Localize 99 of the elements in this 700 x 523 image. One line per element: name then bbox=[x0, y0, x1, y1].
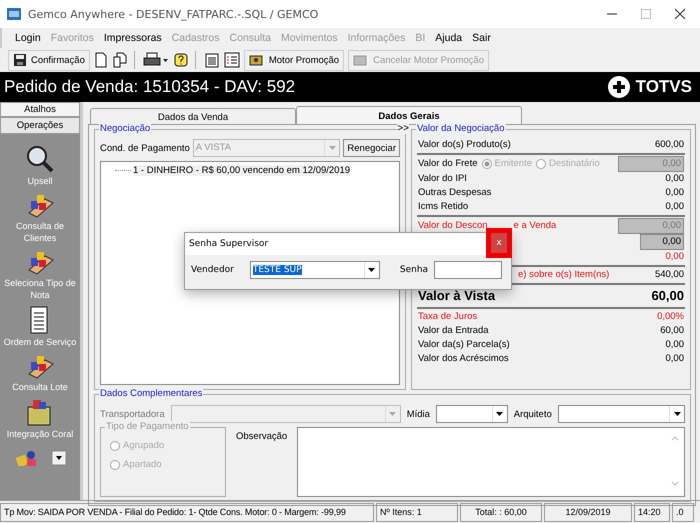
tab[interactable]: Dados da Venda bbox=[90, 108, 296, 124]
sidebar-item-label[interactable]: Consulta de Clientes bbox=[1, 220, 79, 244]
payment-dropdown[interactable]: A VISTA bbox=[192, 139, 340, 157]
value-label: Valor da Entrada bbox=[418, 324, 489, 338]
field-label: Arquiteto bbox=[514, 408, 552, 420]
value-label: Valor do Descon bbox=[418, 219, 488, 233]
confirm-button[interactable]: Confirmação bbox=[8, 50, 90, 70]
page-title: Pedido de Venda: 1510354 - DAV: 592 bbox=[4, 77, 296, 97]
value-amount: 0,00 bbox=[666, 172, 684, 186]
value-label: Valor à Vista bbox=[418, 289, 496, 303]
sidebar-tab[interactable]: Operações bbox=[0, 117, 80, 134]
calendar-icon[interactable] bbox=[204, 52, 220, 68]
field-label: Vendedor bbox=[191, 265, 234, 275]
window-title: Gemco Anywhere - DESENV_FATPARC.-.SQL / GEMCO bbox=[28, 8, 318, 20]
dropdown-arrow-icon bbox=[368, 268, 376, 272]
value-label: Outras Despesas bbox=[418, 186, 492, 200]
status-field: Tp Mov: SAIDA POR VENDA - Filial do Pedido: 1- Qtde Cons. Motor: 0 - Margem: -99,99 bbox=[0, 502, 374, 522]
value-label: Icms Retido bbox=[418, 200, 468, 214]
sidebar-tab[interactable]: Atalhos bbox=[0, 102, 80, 117]
value-input[interactable]: 0,00 bbox=[640, 234, 684, 250]
menu-item[interactable]: Impressoras bbox=[104, 32, 162, 44]
tab[interactable]: Dados Gerais bbox=[296, 106, 522, 124]
field-label: Observação bbox=[236, 430, 288, 444]
close-icon[interactable] bbox=[674, 8, 686, 20]
status-field: .0 bbox=[672, 502, 694, 522]
media-dropdown[interactable] bbox=[436, 405, 508, 423]
value-amount: 0,00 bbox=[666, 250, 684, 264]
status-field: Total: : 60,00 bbox=[460, 502, 542, 522]
radio-label: Emitente bbox=[494, 157, 532, 171]
radio-button[interactable] bbox=[482, 159, 492, 169]
value-label: Taxa de Juros bbox=[418, 310, 478, 324]
value-amount: 0,00 bbox=[666, 352, 684, 366]
value-input[interactable]: 0,00 bbox=[618, 156, 684, 172]
app-icon bbox=[6, 6, 22, 22]
copy-document-icon[interactable] bbox=[112, 52, 128, 68]
tree-item[interactable]: 1 - DINHEIRO - R$ 60,00 vencendo em 12/09/2019 bbox=[133, 165, 350, 176]
status-field: 14:20 bbox=[634, 502, 670, 522]
status-field: Nº Itens: 1 bbox=[376, 502, 458, 522]
save-icon bbox=[13, 53, 27, 67]
value-amount: 600,00 bbox=[654, 138, 684, 152]
list-icon[interactable] bbox=[224, 52, 240, 68]
field-label: Senha bbox=[400, 265, 428, 275]
sidebar-item-label[interactable]: Consulta Lote bbox=[12, 381, 68, 393]
radio-label: Apartado bbox=[123, 459, 162, 470]
sidebar-item-label[interactable]: Seleciona Tipo de Nota bbox=[1, 277, 79, 301]
radio-label: Destinatário bbox=[549, 157, 600, 171]
value-label: Valor da(s) Parcela(s) bbox=[418, 338, 510, 352]
radio-button[interactable] bbox=[110, 460, 120, 470]
value-label: Valor dos Acréscimos bbox=[418, 352, 509, 366]
group-title: Negociação bbox=[99, 123, 152, 134]
radio-button[interactable] bbox=[536, 159, 546, 169]
scroll-down-icon[interactable] bbox=[52, 451, 66, 465]
menu-item[interactable]: Ajuda bbox=[435, 32, 462, 44]
observation-field[interactable] bbox=[297, 427, 685, 497]
seller-dropdown[interactable]: TESTE SUP bbox=[250, 261, 380, 279]
value-amount: 60,00 bbox=[660, 324, 684, 338]
value-label: Valor do IPI bbox=[418, 172, 467, 186]
dropdown-arrow-icon bbox=[389, 412, 396, 416]
dropdown-arrow-icon bbox=[674, 412, 680, 416]
group-title: Valor da Negociação bbox=[416, 123, 506, 134]
menu-item[interactable]: Login bbox=[15, 32, 41, 44]
password-field[interactable] bbox=[434, 261, 502, 279]
value-amount: 60,00 bbox=[651, 289, 684, 303]
value-input[interactable]: 0,00 bbox=[618, 218, 684, 234]
dropdown-arrow-icon bbox=[496, 412, 504, 416]
new-document-icon[interactable] bbox=[94, 52, 108, 68]
field-label: Transportadora bbox=[100, 408, 165, 420]
value-amount: 0,00 bbox=[666, 186, 684, 200]
expand-toggle[interactable]: >> bbox=[397, 123, 409, 134]
renegotiate-button[interactable]: Renegociar bbox=[343, 139, 400, 157]
sidebar-item-label[interactable]: Ordem de Serviço bbox=[4, 336, 76, 348]
field-label: Mídia bbox=[406, 408, 430, 420]
value-amount: 540,00 bbox=[654, 268, 684, 282]
value-label: e) sobre o(s) Item(ns) bbox=[518, 268, 610, 282]
radio-button[interactable] bbox=[110, 440, 120, 450]
group-title: Dados Complementares bbox=[99, 388, 204, 399]
logo-text: TOTVS bbox=[636, 77, 692, 97]
sidebar-item-label[interactable]: Integração Coral bbox=[6, 428, 74, 440]
motor-promotion-button[interactable]: Motor Promoção bbox=[244, 50, 344, 70]
architect-dropdown[interactable] bbox=[558, 405, 685, 423]
value-amount: 0,00 bbox=[666, 200, 684, 214]
group-title: Tipo de Pagamento bbox=[105, 421, 190, 432]
value-label: Valor do(s) Produto(s) bbox=[418, 138, 511, 152]
logo-icon bbox=[606, 75, 631, 99]
value-label: Valor do Frete bbox=[418, 157, 478, 171]
printer-icon[interactable] bbox=[142, 52, 169, 68]
dropdown-arrow-icon bbox=[328, 146, 336, 150]
value-label: e a Venda bbox=[514, 219, 556, 233]
sidebar-item-label[interactable]: Upsell bbox=[27, 175, 52, 187]
status-field: 12/09/2019 bbox=[544, 502, 632, 522]
menu-item[interactable]: Sair bbox=[472, 32, 491, 44]
radio-label: Agrupado bbox=[123, 440, 164, 451]
value-amount: 0,00 bbox=[666, 338, 684, 352]
close-button[interactable]: x bbox=[486, 228, 512, 258]
help-icon[interactable] bbox=[172, 52, 189, 68]
field-label: Cond. de Pagamento bbox=[100, 142, 190, 154]
dialog-title: Senha Supervisor bbox=[189, 239, 268, 249]
magnifier-icon[interactable] bbox=[25, 144, 55, 174]
value-amount: 0,00% bbox=[657, 310, 684, 324]
